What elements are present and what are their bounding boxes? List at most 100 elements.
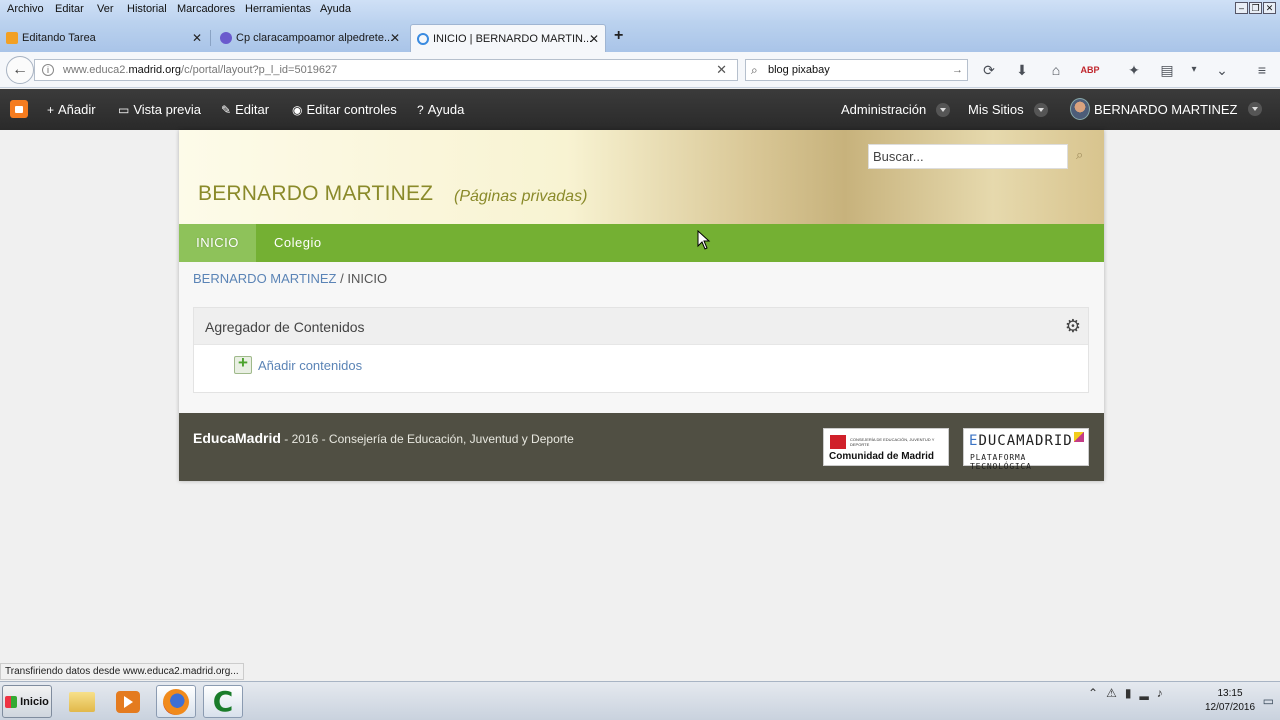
battery-icon[interactable]: ▮ <box>1125 686 1132 700</box>
menu-ver[interactable]: Ver <box>97 3 114 15</box>
menu-archivo[interactable]: Archivo <box>7 3 44 15</box>
restore-icon[interactable]: ❐ <box>1249 2 1262 14</box>
site-subtitle: (Páginas privadas) <box>454 188 588 205</box>
hamburger-menu-icon[interactable]: ≡ <box>1252 60 1272 80</box>
clipboard-icon[interactable]: ▤ <box>1157 60 1177 80</box>
edit-icon: ✎ <box>221 102 232 117</box>
show-desktop-icon[interactable]: ▭ <box>1263 694 1274 708</box>
portlet-title: Agregador de Contenidos <box>205 319 365 335</box>
browser-menubar: Archivo Editar Ver Historial Marcadores … <box>0 0 1280 20</box>
volume-icon[interactable]: ♪ <box>1157 686 1163 700</box>
search-value: blog pixabay <box>768 64 830 76</box>
clock-time: 13:15 <box>1217 688 1243 699</box>
sync-icon[interactable]: ⟳ <box>979 60 999 80</box>
gear-icon[interactable]: ⚙ <box>1065 316 1081 337</box>
windows-taskbar: Inicio C ⌃ ⚠ ▮ ▂ ♪ 13:15 12/07/2016 ▭ <box>0 681 1280 720</box>
monitor-icon: ▭ <box>118 102 130 117</box>
taskbar-camtasia[interactable]: C <box>203 685 243 718</box>
taskbar-clock[interactable]: 13:15 12/07/2016 <box>1200 687 1260 715</box>
new-tab-icon[interactable]: + <box>614 27 623 45</box>
taskbar-explorer[interactable] <box>62 685 102 718</box>
logo-cm-small-text: CONSEJERÍA DE EDUCACIÓN, JUVENTUD Y DEPO… <box>850 437 935 447</box>
pocket-icon[interactable]: ⌄ <box>1212 60 1232 80</box>
info-icon[interactable]: i <box>42 64 54 76</box>
educamadrid-logo[interactable]: EDUCAMADRID PLATAFORMA TECNOLÓGICA <box>963 428 1089 471</box>
menu-marcadores[interactable]: Marcadores <box>177 3 235 15</box>
tab-inicio[interactable]: INICIO | BERNARDO MARTIN... ✕ <box>410 24 606 52</box>
menu-ayuda[interactable]: Ayuda <box>320 3 351 15</box>
site-navigation: INICIO Colegio <box>179 224 1104 262</box>
back-button[interactable]: ← <box>6 56 34 84</box>
comunidad-madrid-logo[interactable]: CONSEJERÍA DE EDUCACIÓN, JUVENTUD Y DEPO… <box>823 428 949 466</box>
url-domain: madrid.org <box>128 64 182 76</box>
start-button[interactable]: Inicio <box>2 685 52 718</box>
nav-item-colegio[interactable]: Colegio <box>274 224 322 262</box>
tab-label: Editando Tarea <box>22 32 96 44</box>
portal-dockbar: + Añadir ▭ Vista previa ✎ Editar ◉ Edita… <box>0 89 1280 130</box>
tab-label: Cp claracampoamor alpedrete... <box>236 32 394 44</box>
tab-strip: Editando Tarea ✕ Cp claracampoamor alped… <box>0 20 1280 52</box>
breadcrumb: BERNARDO MARTINEZ / INICIO <box>193 271 387 286</box>
footer-brand: EducaMadrid <box>193 430 281 446</box>
start-label: Inicio <box>20 695 49 708</box>
help-menu[interactable]: ? Ayuda <box>417 102 464 117</box>
eye-icon: ◉ <box>292 102 303 117</box>
system-tray: ⌃ ⚠ ▮ ▂ ♪ <box>1088 686 1163 700</box>
adblock-icon[interactable]: ABP <box>1080 60 1100 80</box>
liferay-logo-icon[interactable] <box>10 100 28 118</box>
admin-label: Administración <box>841 102 927 117</box>
media-player-icon <box>116 690 140 713</box>
dropdown-icon[interactable]: ▾ <box>1184 60 1204 80</box>
home-icon[interactable]: ⌂ <box>1046 60 1066 80</box>
content-aggregator-portlet: Agregador de Contenidos ⚙ Añadir conteni… <box>193 307 1089 393</box>
add-menu[interactable]: + Añadir <box>47 102 96 117</box>
minimize-icon[interactable]: – <box>1235 2 1248 14</box>
search-go-icon[interactable]: → <box>952 60 963 80</box>
edit-controls-toggle[interactable]: ◉ Editar controles <box>292 102 397 117</box>
stop-loading-icon[interactable]: ✕ <box>716 60 727 80</box>
search-icon[interactable]: ⌕ <box>1076 147 1083 163</box>
footer-text: EducaMadrid - 2016 - Consejería de Educa… <box>193 430 574 446</box>
close-tab-icon[interactable]: ✕ <box>192 31 202 45</box>
nav-item-inicio[interactable]: INICIO <box>179 224 256 262</box>
close-tab-icon[interactable]: ✕ <box>589 32 599 46</box>
menu-historial[interactable]: Historial <box>127 3 167 15</box>
admin-menu[interactable]: Administración <box>841 102 951 117</box>
edit-menu[interactable]: ✎ Editar <box>221 102 269 117</box>
download-icon[interactable]: ⬇ <box>1012 60 1032 80</box>
portal-search-input[interactable]: Buscar... <box>868 144 1068 169</box>
tab-divider <box>210 30 211 46</box>
site-title[interactable]: BERNARDO MARTINEZ <box>198 182 433 206</box>
search-icon: ⌕ <box>751 63 758 77</box>
close-tab-icon[interactable]: ✕ <box>390 31 400 45</box>
taskbar-media-player[interactable] <box>108 685 148 718</box>
search-bar[interactable]: ⌕ blog pixabay → <box>745 59 968 81</box>
breadcrumb-link[interactable]: BERNARDO MARTINEZ <box>193 271 337 286</box>
footer-caption: - 2016 - Consejería de Educación, Juvent… <box>280 432 574 446</box>
close-window-icon[interactable]: ✕ <box>1263 2 1276 14</box>
address-bar[interactable]: i www.educa2.madrid.org/c/portal/layout?… <box>34 59 738 81</box>
taskbar-firefox[interactable] <box>156 685 196 718</box>
tab-editando-tarea[interactable]: Editando Tarea ✕ <box>0 24 208 52</box>
breadcrumb-separator: / <box>340 271 344 286</box>
menu-herramientas[interactable]: Herramientas <box>245 3 311 15</box>
user-menu[interactable]: BERNARDO MARTINEZ <box>1070 98 1262 120</box>
logo-em-small-text: PLATAFORMA TECNOLÓGICA <box>970 453 1032 471</box>
preview-menu[interactable]: ▭ Vista previa <box>118 102 201 117</box>
tab-label: INICIO | BERNARDO MARTIN... <box>433 32 593 45</box>
tab-claracampoamor[interactable]: Cp claracampoamor alpedrete... ✕ <box>214 24 406 52</box>
add-content-link[interactable]: Añadir contenidos <box>234 353 362 374</box>
help-icon: ? <box>417 102 424 117</box>
tab-favicon-icon <box>220 32 232 44</box>
tray-expand-icon[interactable]: ⌃ <box>1088 686 1098 700</box>
logo-em-text: EDUCAMADRID <box>969 433 1073 449</box>
url-path: /c/portal/layout?p_l_id=5019627 <box>181 64 338 76</box>
network-warning-icon[interactable]: ⚠ <box>1106 686 1117 700</box>
menu-editar[interactable]: Editar <box>55 3 84 15</box>
windows-logo-icon <box>5 695 18 708</box>
extension-icon[interactable]: ✦ <box>1124 60 1144 80</box>
my-sites-menu[interactable]: Mis Sitios <box>968 102 1048 117</box>
preview-label: Vista previa <box>133 102 202 117</box>
plus-icon: + <box>47 102 55 117</box>
signal-icon[interactable]: ▂ <box>1139 686 1148 700</box>
